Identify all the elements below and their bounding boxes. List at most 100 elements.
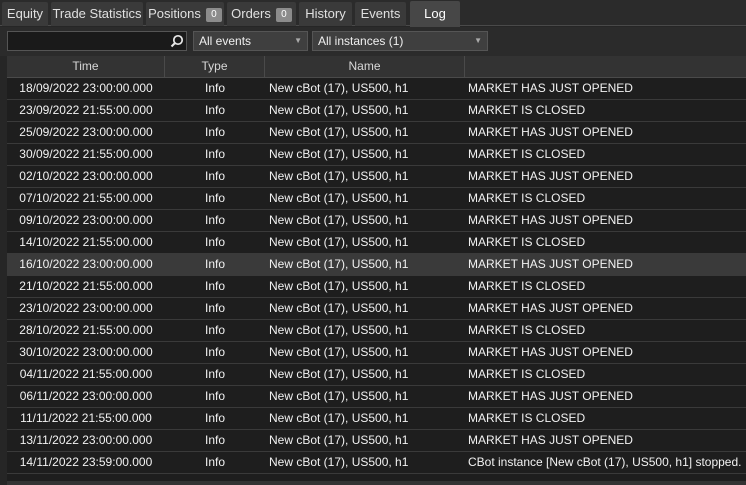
column-header-name[interactable]: Name [265, 56, 465, 77]
event-filter-select[interactable]: All events ▼ [193, 31, 308, 51]
name-cell: New cBot (17), US500, h1 [269, 257, 409, 271]
name-cell: New cBot (17), US500, h1 [269, 411, 409, 425]
tab-orders[interactable]: Orders 0 [227, 2, 296, 26]
table-row[interactable]: 21/10/2022 21:55:00.000 Info New cBot (17)… [7, 276, 746, 298]
message-cell: MARKET IS CLOSED [468, 367, 586, 381]
name-cell: New cBot (17), US500, h1 [269, 125, 409, 139]
event-filter-value: All events [199, 34, 252, 48]
column-header-time[interactable]: Time [7, 56, 165, 77]
tab-label: Equity [6, 6, 44, 21]
column-header-message[interactable] [465, 56, 746, 77]
log-table: Time Type Name 18/09/2022 23:00:00.000 In… [7, 56, 746, 481]
type-cell: Info [204, 433, 225, 447]
time-cell: 28/10/2022 21:55:00.000 [19, 323, 153, 337]
message-cell: MARKET HAS JUST OPENED [468, 345, 633, 359]
instance-filter-select[interactable]: All instances (1) ▼ [312, 31, 488, 51]
time-cell: 30/09/2022 21:55:00.000 [19, 147, 153, 161]
type-cell: Info [204, 103, 225, 117]
message-cell: MARKET IS CLOSED [468, 191, 586, 205]
time-cell: 06/11/2022 23:00:00.000 [19, 389, 153, 403]
chevron-down-icon: ▼ [474, 36, 482, 45]
type-cell: Info [204, 411, 225, 425]
tab-label: Orders [231, 6, 271, 21]
table-row[interactable]: 30/10/2022 23:00:00.000 Info New cBot (17)… [7, 342, 746, 364]
search-input[interactable] [7, 31, 187, 51]
message-cell: MARKET HAS JUST OPENED [468, 257, 633, 271]
tab-bar: Equity Trade Statistics Positions 0 Order… [0, 0, 746, 27]
type-cell: Info [204, 235, 225, 249]
table-header: Time Type Name [7, 56, 746, 78]
tab-label: History [305, 6, 346, 21]
tab-positions[interactable]: Positions 0 [146, 2, 224, 26]
name-cell: New cBot (17), US500, h1 [269, 433, 409, 447]
tab-history[interactable]: History [299, 2, 352, 26]
table-row[interactable]: 16/10/2022 23:00:00.000 Info New cBot (17)… [7, 254, 746, 276]
time-cell: 04/11/2022 21:55:00.000 [19, 367, 153, 381]
name-cell: New cBot (17), US500, h1 [269, 279, 409, 293]
tab-events[interactable]: Events [355, 2, 406, 26]
time-cell: 14/10/2022 21:55:00.000 [19, 235, 153, 249]
type-cell: Info [204, 367, 225, 381]
message-cell: MARKET HAS JUST OPENED [468, 301, 633, 315]
type-cell: Info [204, 147, 225, 161]
message-cell: MARKET IS CLOSED [468, 235, 586, 249]
column-header-type[interactable]: Type [165, 56, 265, 77]
message-cell: MARKET HAS JUST OPENED [468, 81, 633, 95]
orders-count-badge: 0 [275, 8, 292, 22]
message-cell: MARKET IS CLOSED [468, 103, 586, 117]
table-row[interactable]: 11/11/2022 21:55:00.000 Info New cBot (17)… [7, 408, 746, 430]
type-cell: Info [204, 389, 225, 403]
name-cell: New cBot (17), US500, h1 [269, 323, 409, 337]
time-cell: 09/10/2022 23:00:00.000 [19, 213, 153, 227]
type-cell: Info [204, 279, 225, 293]
tab-log[interactable]: Log [410, 1, 460, 27]
type-cell: Info [204, 455, 225, 469]
table-row[interactable]: 06/11/2022 23:00:00.000 Info New cBot (17)… [7, 386, 746, 408]
name-cell: New cBot (17), US500, h1 [269, 301, 409, 315]
table-row[interactable]: 14/11/2022 23:59:00.000 Info New cBot (17)… [7, 452, 746, 474]
tab-trade-statistics[interactable]: Trade Statistics [51, 2, 143, 26]
type-cell: Info [204, 323, 225, 337]
table-row[interactable]: 18/09/2022 23:00:00.000 Info New cBot (17)… [7, 78, 746, 100]
name-cell: New cBot (17), US500, h1 [269, 81, 409, 95]
instance-filter-value: All instances (1) [318, 34, 404, 48]
name-cell: New cBot (17), US500, h1 [269, 345, 409, 359]
table-row[interactable]: 30/09/2022 21:55:00.000 Info New cBot (17)… [7, 144, 746, 166]
search-icon[interactable] [170, 34, 184, 48]
table-row[interactable]: 13/11/2022 23:00:00.000 Info New cBot (17)… [7, 430, 746, 452]
chevron-down-icon: ▼ [294, 36, 302, 45]
name-cell: New cBot (17), US500, h1 [269, 191, 409, 205]
message-cell: MARKET HAS JUST OPENED [468, 433, 633, 447]
log-toolbar: All events ▼ All instances (1) ▼ [0, 27, 746, 56]
message-cell: MARKET IS CLOSED [468, 279, 586, 293]
table-row[interactable]: 07/10/2022 21:55:00.000 Info New cBot (17)… [7, 188, 746, 210]
name-cell: New cBot (17), US500, h1 [269, 103, 409, 117]
table-row[interactable]: 28/10/2022 21:55:00.000 Info New cBot (17)… [7, 320, 746, 342]
name-cell: New cBot (17), US500, h1 [269, 389, 409, 403]
message-cell: MARKET IS CLOSED [468, 323, 586, 337]
tab-equity[interactable]: Equity [2, 2, 48, 26]
table-row[interactable]: 25/09/2022 23:00:00.000 Info New cBot (17)… [7, 122, 746, 144]
table-row[interactable]: 09/10/2022 23:00:00.000 Info New cBot (17)… [7, 210, 746, 232]
time-cell: 16/10/2022 23:00:00.000 [19, 257, 153, 271]
time-cell: 30/10/2022 23:00:00.000 [19, 345, 153, 359]
type-cell: Info [204, 301, 225, 315]
time-cell: 11/11/2022 21:55:00.000 [20, 411, 152, 425]
message-cell: MARKET HAS JUST OPENED [468, 213, 633, 227]
name-cell: New cBot (17), US500, h1 [269, 367, 409, 381]
message-cell: MARKET IS CLOSED [468, 411, 586, 425]
table-row[interactable]: 23/10/2022 23:00:00.000 Info New cBot (17)… [7, 298, 746, 320]
table-row[interactable]: 14/10/2022 21:55:00.000 Info New cBot (17)… [7, 232, 746, 254]
horizontal-scrollbar[interactable] [7, 481, 746, 485]
table-row[interactable]: 02/10/2022 23:00:00.000 Info New cBot (17)… [7, 166, 746, 188]
time-cell: 25/09/2022 23:00:00.000 [19, 125, 153, 139]
time-cell: 23/10/2022 23:00:00.000 [19, 301, 153, 315]
table-row[interactable]: 23/09/2022 21:55:00.000 Info New cBot (17)… [7, 100, 746, 122]
table-row[interactable]: 04/11/2022 21:55:00.000 Info New cBot (17)… [7, 364, 746, 386]
type-cell: Info [204, 125, 225, 139]
message-cell: CBot instance [New cBot (17), US500, h1]… [468, 455, 742, 469]
name-cell: New cBot (17), US500, h1 [269, 169, 409, 183]
type-cell: Info [204, 81, 225, 95]
name-cell: New cBot (17), US500, h1 [269, 213, 409, 227]
type-cell: Info [204, 169, 225, 183]
